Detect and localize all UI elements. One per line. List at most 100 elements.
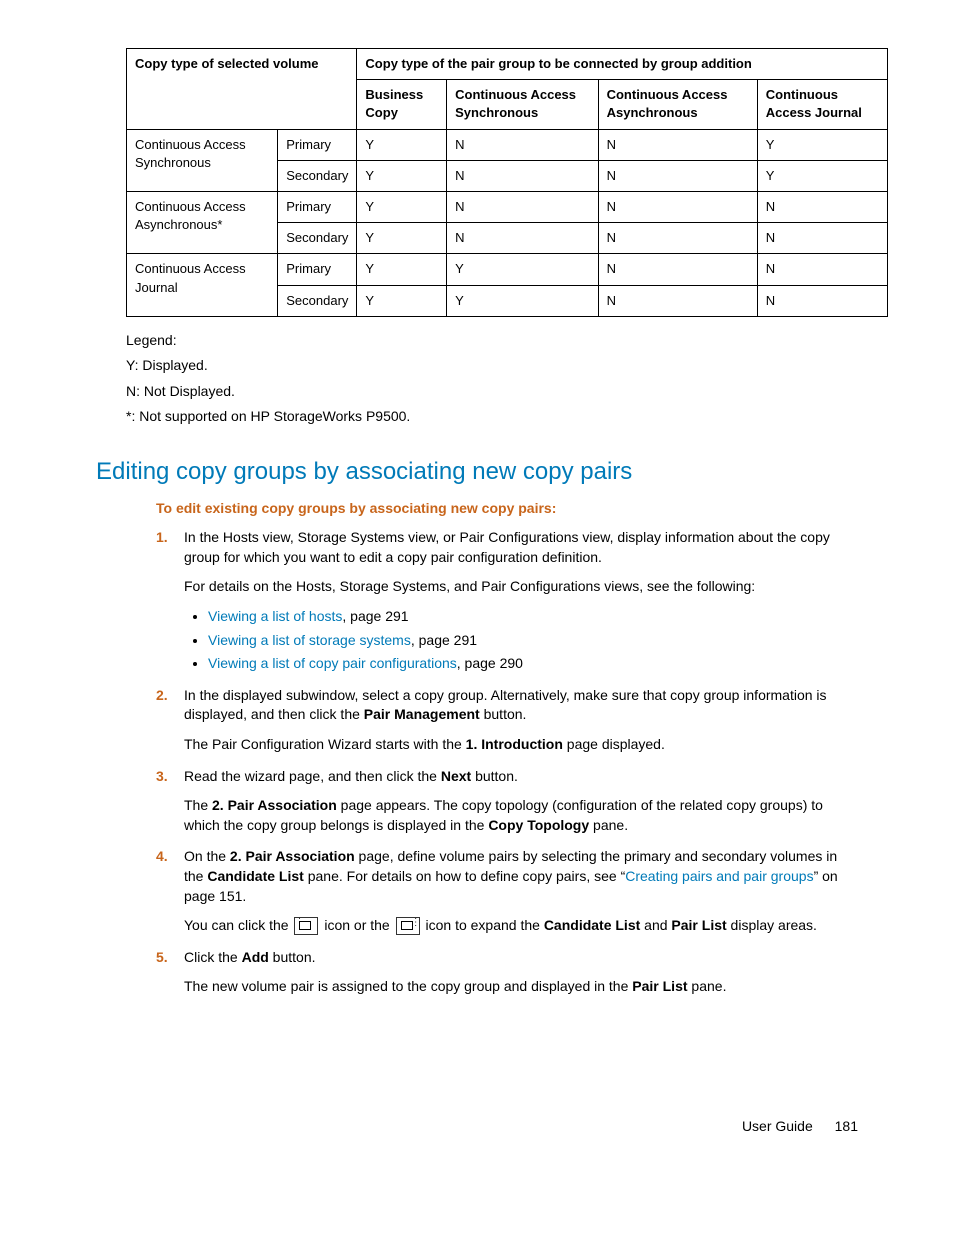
th-copy-type-selected: Copy type of selected volume <box>127 49 357 130</box>
cell-val: N <box>598 254 757 285</box>
link-pairconfig[interactable]: Viewing a list of copy pair configuratio… <box>208 655 457 671</box>
link-hosts[interactable]: Viewing a list of hosts <box>208 608 342 624</box>
link-creating-pairs[interactable]: Creating pairs and pair groups <box>625 868 813 884</box>
link-page: , page 291 <box>342 608 408 624</box>
text: page displayed. <box>563 736 665 752</box>
legend-star: *: Not supported on HP StorageWorks P950… <box>126 407 858 427</box>
text: Click the <box>184 949 242 965</box>
cell-val: N <box>447 129 598 160</box>
text: You can click the <box>184 917 292 933</box>
bold: Add <box>242 949 269 965</box>
text: pane. <box>688 978 727 994</box>
bold: Next <box>441 768 471 784</box>
text: pane. For details on how to define copy … <box>304 868 625 884</box>
step-num: 3. <box>156 767 168 787</box>
th-col-0: Business Copy <box>357 80 447 129</box>
table-row: Continuous Access Synchronous Primary Y … <box>127 129 888 160</box>
link-storage[interactable]: Viewing a list of storage systems <box>208 632 411 648</box>
cell-type: Continuous Access Journal <box>127 254 278 316</box>
cell-role: Secondary <box>278 160 357 191</box>
footer-label: User Guide <box>742 1118 813 1134</box>
text: pane. <box>589 817 628 833</box>
step-num: 2. <box>156 686 168 706</box>
text: On the <box>184 848 230 864</box>
cell-val: Y <box>357 223 447 254</box>
text: button. <box>471 768 518 784</box>
bold: 1. Introduction <box>466 736 563 752</box>
cell-role: Primary <box>278 254 357 285</box>
text: The <box>184 797 212 813</box>
step-1: 1. In the Hosts view, Storage Systems vi… <box>156 528 858 674</box>
list-item: Viewing a list of hosts, page 291 <box>208 607 858 627</box>
link-page: , page 291 <box>411 632 477 648</box>
text: display areas. <box>727 917 817 933</box>
cell-val: Y <box>357 285 447 316</box>
cell-val: N <box>598 223 757 254</box>
list-item: Viewing a list of storage systems, page … <box>208 631 858 651</box>
text: button. <box>269 949 316 965</box>
cell-type: Continuous Access Asynchronous* <box>127 191 278 253</box>
step-num: 5. <box>156 948 168 968</box>
cell-val: Y <box>357 160 447 191</box>
text: and <box>640 917 671 933</box>
cell-val: Y <box>447 254 598 285</box>
cell-val: N <box>447 191 598 222</box>
step-num: 1. <box>156 528 168 548</box>
cell-val: N <box>447 223 598 254</box>
bold: 2. Pair Association <box>230 848 355 864</box>
step-num: 4. <box>156 847 168 867</box>
cell-val: N <box>757 254 887 285</box>
section-title: Editing copy groups by associating new c… <box>96 455 858 489</box>
section-subhead: To edit existing copy groups by associat… <box>156 499 858 519</box>
cell-role: Primary <box>278 129 357 160</box>
page-footer: User Guide 181 <box>96 1117 858 1137</box>
cell-val: Y <box>447 285 598 316</box>
list-item: Viewing a list of copy pair configuratio… <box>208 654 858 674</box>
cell-role: Primary <box>278 191 357 222</box>
step-3: 3. Read the wizard page, and then click … <box>156 767 858 836</box>
cell-role: Secondary <box>278 285 357 316</box>
cell-val: Y <box>757 129 887 160</box>
step-4: 4. On the 2. Pair Association page, defi… <box>156 847 858 935</box>
step-5: 5. Click the Add button. The new volume … <box>156 948 858 997</box>
cell-val: N <box>757 223 887 254</box>
expand-left-icon <box>294 917 318 935</box>
th-col-2: Continuous Access Asynchronous <box>598 80 757 129</box>
bold: Pair List <box>632 978 687 994</box>
bold: Candidate List <box>544 917 640 933</box>
legend-n: N: Not Displayed. <box>126 382 858 402</box>
bold: Pair Management <box>364 706 480 722</box>
legend-y: Y: Displayed. <box>126 356 858 376</box>
text: The new volume pair is assigned to the c… <box>184 978 632 994</box>
cell-val: Y <box>357 254 447 285</box>
cell-val: N <box>598 129 757 160</box>
cell-val: N <box>447 160 598 191</box>
text: The Pair Configuration Wizard starts wit… <box>184 736 466 752</box>
cell-val: Y <box>757 160 887 191</box>
footer-page-number: 181 <box>835 1118 858 1134</box>
legend-title: Legend: <box>126 331 858 351</box>
cell-role: Secondary <box>278 223 357 254</box>
step-1-text: In the Hosts view, Storage Systems view,… <box>184 529 830 565</box>
text: icon or the <box>324 917 393 933</box>
cell-val: N <box>757 285 887 316</box>
cell-type: Continuous Access Synchronous <box>127 129 278 191</box>
cell-val: N <box>757 191 887 222</box>
cell-val: Y <box>357 129 447 160</box>
step-2: 2. In the displayed subwindow, select a … <box>156 686 858 755</box>
bold: 2. Pair Association <box>212 797 337 813</box>
cell-val: N <box>598 191 757 222</box>
copy-type-table: Copy type of selected volume Copy type o… <box>126 48 888 317</box>
link-page: , page 290 <box>457 655 523 671</box>
cell-val: N <box>598 285 757 316</box>
table-row: Continuous Access Asynchronous* Primary … <box>127 191 888 222</box>
step-1-detail: For details on the Hosts, Storage System… <box>184 577 858 597</box>
expand-right-icon <box>396 917 420 935</box>
th-super: Copy type of the pair group to be connec… <box>357 49 888 80</box>
text: button. <box>480 706 527 722</box>
th-col-1: Continuous Access Synchronous <box>447 80 598 129</box>
text: Read the wizard page, and then click the <box>184 768 441 784</box>
th-col-3: Continuous Access Journal <box>757 80 887 129</box>
bold: Pair List <box>671 917 726 933</box>
cell-val: N <box>598 160 757 191</box>
